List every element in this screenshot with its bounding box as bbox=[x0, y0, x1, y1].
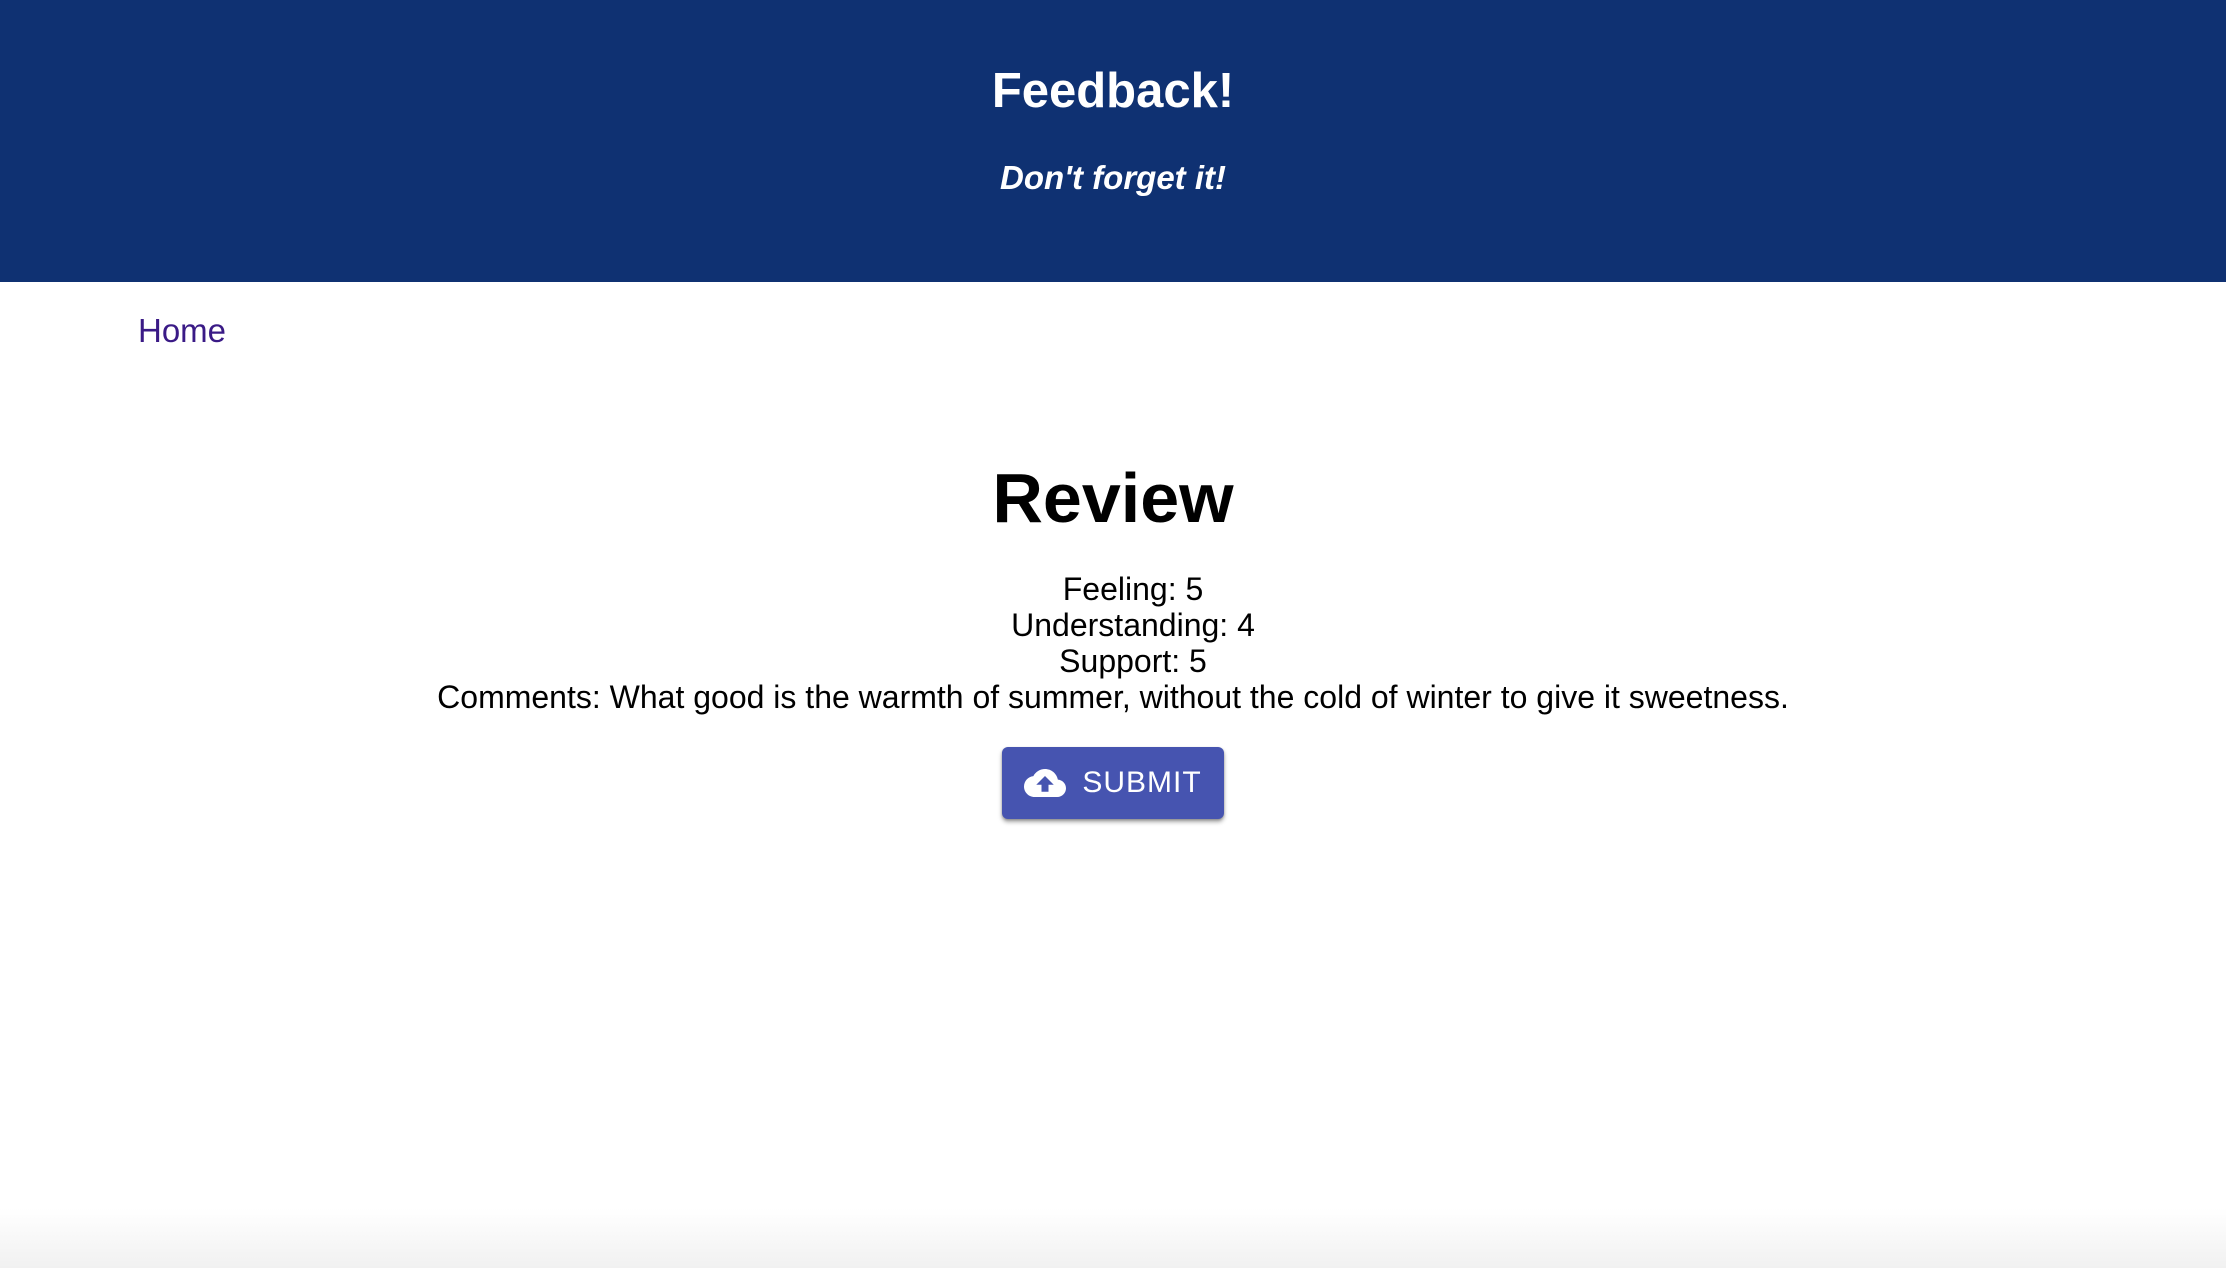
comments-value: Comments: What good is the warmth of sum… bbox=[437, 679, 1789, 715]
app-header: Feedback! Don't forget it! bbox=[0, 0, 2226, 282]
nav-bar: Home bbox=[138, 308, 226, 354]
understanding-value: Understanding: 4 bbox=[1011, 607, 1255, 643]
review-list: Feeling: 5 Understanding: 4 Support: 5 C… bbox=[0, 571, 2226, 715]
page: Feedback! Don't forget it! Home Review F… bbox=[0, 0, 2226, 1268]
cloud-upload-icon bbox=[1024, 767, 1067, 799]
app-title: Feedback! bbox=[991, 64, 1235, 118]
review-title: Review bbox=[992, 459, 1234, 537]
review-section: Review Feeling: 5 Understanding: 4 Suppo… bbox=[0, 455, 2226, 819]
bottom-fade bbox=[0, 1208, 2226, 1268]
app-subtitle: Don't forget it! bbox=[1000, 159, 1226, 196]
submit-label: SUBMIT bbox=[1082, 766, 1202, 799]
submit-button[interactable]: SUBMIT bbox=[1002, 747, 1224, 819]
feeling-value: Feeling: 5 bbox=[1062, 571, 1204, 607]
home-link[interactable]: Home bbox=[138, 312, 226, 349]
support-value: Support: 5 bbox=[1059, 643, 1207, 679]
